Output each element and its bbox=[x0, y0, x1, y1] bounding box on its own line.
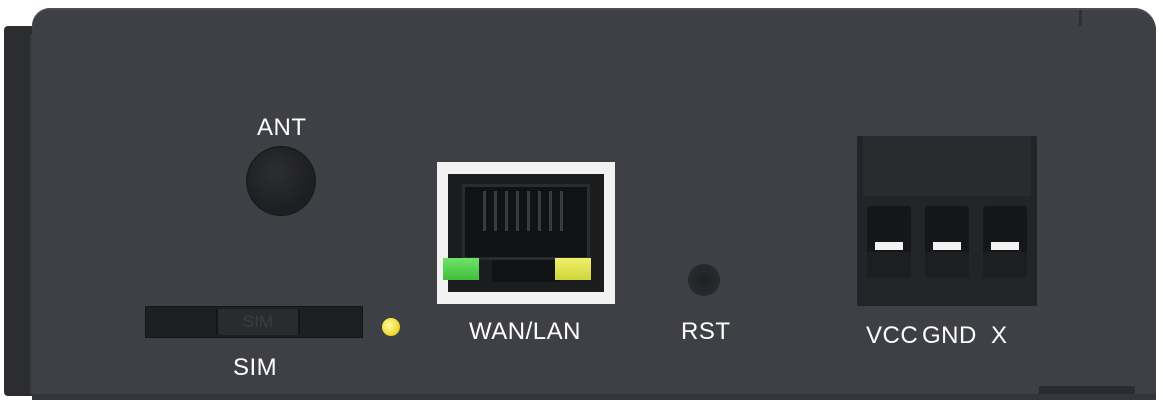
link-led-icon bbox=[443, 258, 479, 280]
screw-base bbox=[983, 252, 1027, 278]
rst-label: RST bbox=[681, 318, 731, 345]
screw-slot-icon bbox=[991, 242, 1019, 250]
gnd-label: GND bbox=[922, 322, 977, 349]
screw-slot-icon bbox=[875, 242, 903, 250]
terminal-x[interactable] bbox=[983, 206, 1027, 278]
housing-foot bbox=[1039, 386, 1135, 394]
reset-button-icon[interactable] bbox=[688, 264, 720, 296]
x-label: X bbox=[991, 322, 1008, 349]
antenna-connector-icon[interactable] bbox=[248, 148, 314, 214]
wan-lan-label: WAN/LAN bbox=[469, 318, 581, 345]
terminal-block-top bbox=[863, 136, 1031, 196]
housing-bottom-lip bbox=[32, 394, 1156, 400]
screw-base bbox=[867, 252, 911, 278]
rj45-socket bbox=[462, 184, 590, 260]
power-terminal-block bbox=[857, 136, 1037, 306]
sim-label: SIM bbox=[233, 354, 278, 381]
ethernet-port[interactable] bbox=[437, 162, 615, 304]
rj45-pins bbox=[483, 191, 569, 231]
housing-notch bbox=[1079, 10, 1082, 26]
sim-card-slot[interactable]: SIM bbox=[145, 306, 363, 338]
terminal-gnd[interactable] bbox=[925, 206, 969, 278]
terminal-vcc[interactable] bbox=[867, 206, 911, 278]
device-front-panel: ANT SIM SIM WAN/LAN RST VCC GND X bbox=[4, 8, 1156, 400]
status-led-icon bbox=[382, 318, 400, 336]
rj45-latch bbox=[492, 260, 560, 282]
sim-tray[interactable]: SIM bbox=[216, 309, 300, 335]
vcc-label: VCC bbox=[866, 322, 919, 349]
screw-slot-icon bbox=[933, 242, 961, 250]
ant-label: ANT bbox=[257, 114, 307, 141]
activity-led-icon bbox=[555, 258, 591, 280]
screw-base bbox=[925, 252, 969, 278]
